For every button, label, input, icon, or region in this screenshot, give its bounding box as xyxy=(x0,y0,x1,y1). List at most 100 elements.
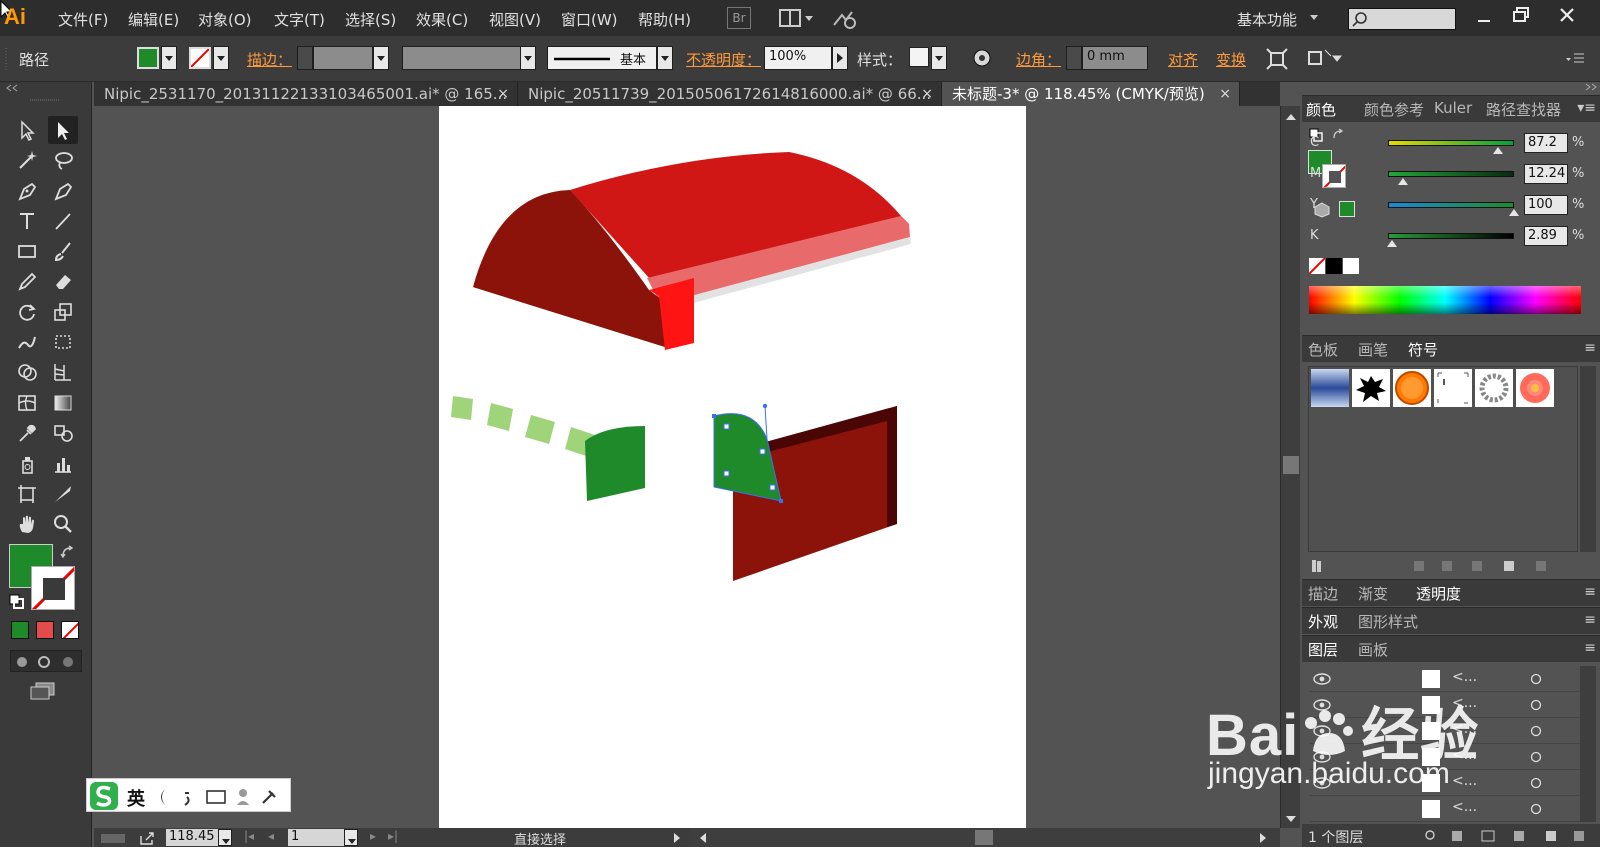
cyan-track[interactable] xyxy=(1388,140,1514,146)
help-search-input[interactable] xyxy=(1348,8,1456,30)
zoom-tool[interactable] xyxy=(48,510,78,538)
first-page-icon[interactable]: |◂ xyxy=(244,829,254,843)
ime-language[interactable]: 英 xyxy=(127,785,145,811)
tab-color[interactable]: 颜色 xyxy=(1306,99,1336,120)
slider-knob[interactable] xyxy=(1398,178,1409,185)
stroke-weight-field[interactable] xyxy=(313,46,373,70)
black-color-button[interactable] xyxy=(1326,258,1342,274)
select-similar-icon[interactable] xyxy=(1305,48,1345,70)
artwork[interactable] xyxy=(439,106,1026,828)
isolate-object-icon[interactable] xyxy=(1266,48,1288,70)
opacity-label[interactable]: 不透明度： xyxy=(686,49,761,70)
selection-tool[interactable] xyxy=(12,116,42,144)
artboard-tool[interactable] xyxy=(12,480,42,508)
corner-stepper[interactable] xyxy=(1066,46,1082,70)
lasso-tool[interactable] xyxy=(48,146,78,174)
magenta-track[interactable] xyxy=(1388,171,1514,177)
perspective-grid-tool[interactable] xyxy=(48,358,78,386)
stroke-swatch[interactable] xyxy=(189,47,211,69)
paintbrush-tool[interactable] xyxy=(48,237,78,265)
fill-dropdown[interactable] xyxy=(161,46,177,70)
stroke-weight-dropdown[interactable] xyxy=(373,46,389,70)
tab-swatches[interactable]: 色板 xyxy=(1308,339,1338,360)
close-tab-icon[interactable]: × xyxy=(1219,82,1231,106)
symbol-border-frame[interactable] xyxy=(1434,369,1472,407)
variable-width-profile[interactable] xyxy=(402,46,526,70)
warp-tool[interactable] xyxy=(12,328,42,356)
menu-type[interactable]: 文字(T) xyxy=(274,9,325,30)
panel-menu-icon[interactable]: ≡ xyxy=(1584,612,1596,628)
opacity-field[interactable]: 100% xyxy=(764,46,832,70)
type-tool[interactable] xyxy=(12,207,42,235)
slider-knob[interactable] xyxy=(1386,240,1397,247)
swap-fill-stroke-icon[interactable] xyxy=(60,544,76,560)
none-mode-button[interactable] xyxy=(61,621,79,639)
collapse-panels-icon[interactable] xyxy=(1584,82,1598,92)
color-mode-button[interactable] xyxy=(11,621,29,639)
tab-stroke[interactable]: 描边 xyxy=(1308,583,1338,604)
corner-label[interactable]: 边角： xyxy=(1016,49,1061,70)
rotate-tool[interactable] xyxy=(12,298,42,326)
slider-black[interactable]: K 2.89 % xyxy=(1302,226,1587,248)
stroke-color-box[interactable] xyxy=(31,566,75,610)
tab-artboards[interactable]: 画板 xyxy=(1358,639,1388,660)
tab-brushes[interactable]: 画笔 xyxy=(1358,339,1388,360)
blend-tool[interactable] xyxy=(48,419,78,447)
target-circle-icon[interactable] xyxy=(1530,673,1542,685)
eyedropper-tool[interactable] xyxy=(12,419,42,447)
gradient-mode-button[interactable] xyxy=(36,621,54,639)
canvas-area[interactable] xyxy=(94,106,1280,828)
symbol-ink-splat[interactable] xyxy=(1352,369,1390,407)
stroke-weight-label[interactable]: 描边： xyxy=(247,49,292,70)
tab-symbols[interactable]: 符号 xyxy=(1408,339,1438,360)
width-profile-dropdown[interactable] xyxy=(520,46,536,70)
brush-dropdown[interactable] xyxy=(657,46,673,70)
symbol-orange-button[interactable] xyxy=(1393,369,1431,407)
black-value-field[interactable]: 2.89 xyxy=(1524,226,1568,246)
page-field[interactable]: 1 xyxy=(288,829,344,846)
menu-file[interactable]: 文件(F) xyxy=(58,9,108,30)
slider-knob[interactable] xyxy=(1509,209,1519,216)
draw-modes-icon[interactable] xyxy=(14,654,80,670)
color-spectrum[interactable] xyxy=(1309,286,1581,314)
green-door-shape[interactable] xyxy=(585,426,645,501)
tab-graphic-styles[interactable]: 图形样式 xyxy=(1358,611,1418,632)
page-dropdown[interactable] xyxy=(344,829,358,846)
scroll-down-icon[interactable] xyxy=(1285,814,1297,824)
control-menu-icon[interactable] xyxy=(1564,50,1586,66)
symbol-actions-icons[interactable] xyxy=(1412,558,1572,574)
close-tab-icon[interactable]: × xyxy=(497,82,509,106)
slider-magenta[interactable]: M 12.24 % xyxy=(1302,164,1587,186)
default-fill-stroke-icon[interactable] xyxy=(9,594,25,610)
cyan-value-field[interactable]: 87.2 xyxy=(1524,133,1568,153)
symbol-blue-banner[interactable] xyxy=(1311,369,1349,407)
menu-view[interactable]: 视图(V) xyxy=(489,9,541,30)
tab-transparency[interactable]: 透明度 xyxy=(1416,583,1461,604)
yellow-value-field[interactable]: 100 xyxy=(1524,195,1568,215)
target-circle-icon[interactable] xyxy=(1530,777,1542,789)
curvature-tool[interactable] xyxy=(48,177,78,205)
ime-options-icons[interactable] xyxy=(155,787,285,807)
layers-scrollbar[interactable] xyxy=(1580,666,1596,822)
close-tab-icon[interactable]: × xyxy=(921,82,933,106)
sogou-logo-icon[interactable] xyxy=(89,781,119,811)
eraser-tool[interactable] xyxy=(48,267,78,295)
align-link[interactable]: 对齐 xyxy=(1168,49,1198,70)
hand-tool[interactable] xyxy=(12,510,42,538)
zoom-dropdown[interactable] xyxy=(218,829,232,846)
scroll-left-icon[interactable] xyxy=(698,832,708,844)
white-color-button[interactable] xyxy=(1343,258,1359,274)
scroll-up-icon[interactable] xyxy=(1285,112,1297,122)
black-track[interactable] xyxy=(1388,233,1514,239)
status-settings-icon[interactable] xyxy=(100,831,128,845)
brush-definition-field[interactable]: 基本 xyxy=(547,46,657,70)
transform-link[interactable]: 变换 xyxy=(1216,49,1246,70)
symbol-flower[interactable] xyxy=(1516,369,1554,407)
red-roof-shape[interactable] xyxy=(473,152,911,350)
tab-document-2[interactable]: Nipic_20511739_20150506172614816000.ai* … xyxy=(518,82,942,106)
yellow-track[interactable] xyxy=(1388,202,1514,208)
tab-color-guide[interactable]: 颜色参考 xyxy=(1364,99,1424,120)
eye-icon[interactable] xyxy=(1313,673,1331,685)
menu-select[interactable]: 选择(S) xyxy=(345,9,396,30)
gradient-tool[interactable] xyxy=(48,389,78,417)
